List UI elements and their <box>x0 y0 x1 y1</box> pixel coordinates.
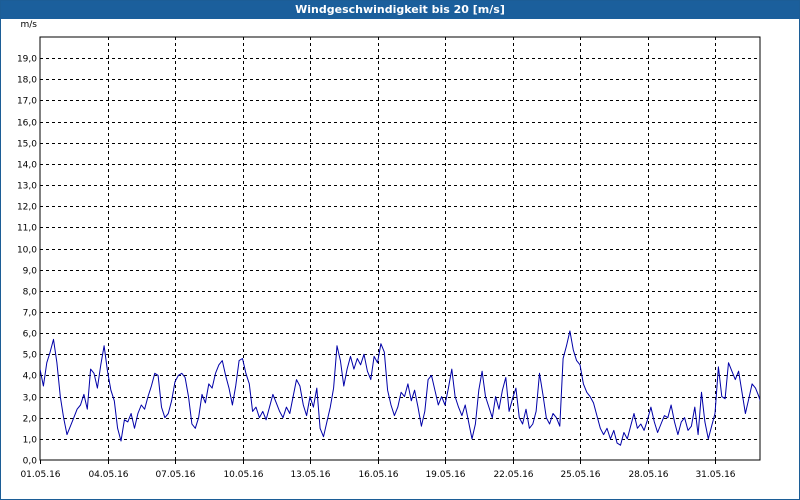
y-tick-label: 1,0 <box>23 436 38 446</box>
y-tick-label: 2,0 <box>23 415 38 425</box>
y-tick-label: 3,0 <box>23 394 38 404</box>
y-tick-label: 4,0 <box>23 372 38 382</box>
y-tick-label: 0,0 <box>23 457 38 467</box>
wind-speed-chart: 0,0 1,0 2,0 3,0 4,0 5,0 6,0 7,0 8,0 9,0 10,0 11,0 12… <box>17 20 761 480</box>
x-tick-label: 22.05.16 <box>493 470 533 480</box>
y-tick-label: 16,0 <box>17 119 37 129</box>
x-tick-label: 31.05.16 <box>695 470 735 480</box>
y-tick-label: 10,0 <box>17 246 37 256</box>
x-tick-label: 07.05.16 <box>155 470 195 480</box>
series-line-1 <box>40 330 760 446</box>
y-tick-label: 15,0 <box>17 140 37 150</box>
y-tick-label: 7,0 <box>23 309 38 319</box>
x-tick-label: 28.05.16 <box>628 470 668 480</box>
x-tick-label: 25.05.16 <box>560 470 600 480</box>
x-tick-label: 10.05.16 <box>223 470 263 480</box>
y-tick-label: 18,0 <box>17 76 37 86</box>
x-tick-label: 01.05.16 <box>20 470 60 480</box>
y-tick-label: 8,0 <box>23 288 38 298</box>
y-tick-label: 5,0 <box>23 351 38 361</box>
x-tick-label: 16.05.16 <box>358 470 398 480</box>
y-tick-label: 13,0 <box>17 182 37 192</box>
y-unit-label: m/s <box>21 20 38 30</box>
y-tick-label: 19,0 <box>17 55 37 65</box>
y-tick-label: 11,0 <box>17 224 37 234</box>
y-tick-label: 12,0 <box>17 203 37 213</box>
y-tick-label: 6,0 <box>23 330 38 340</box>
x-tick-label: 13.05.16 <box>290 470 330 480</box>
y-tick-label: 9,0 <box>23 267 38 277</box>
x-tick-label: 19.05.16 <box>425 470 465 480</box>
y-tick-label: 14,0 <box>17 161 37 171</box>
x-tick-label: 04.05.16 <box>88 470 128 480</box>
y-tick-label: 17,0 <box>17 97 37 107</box>
